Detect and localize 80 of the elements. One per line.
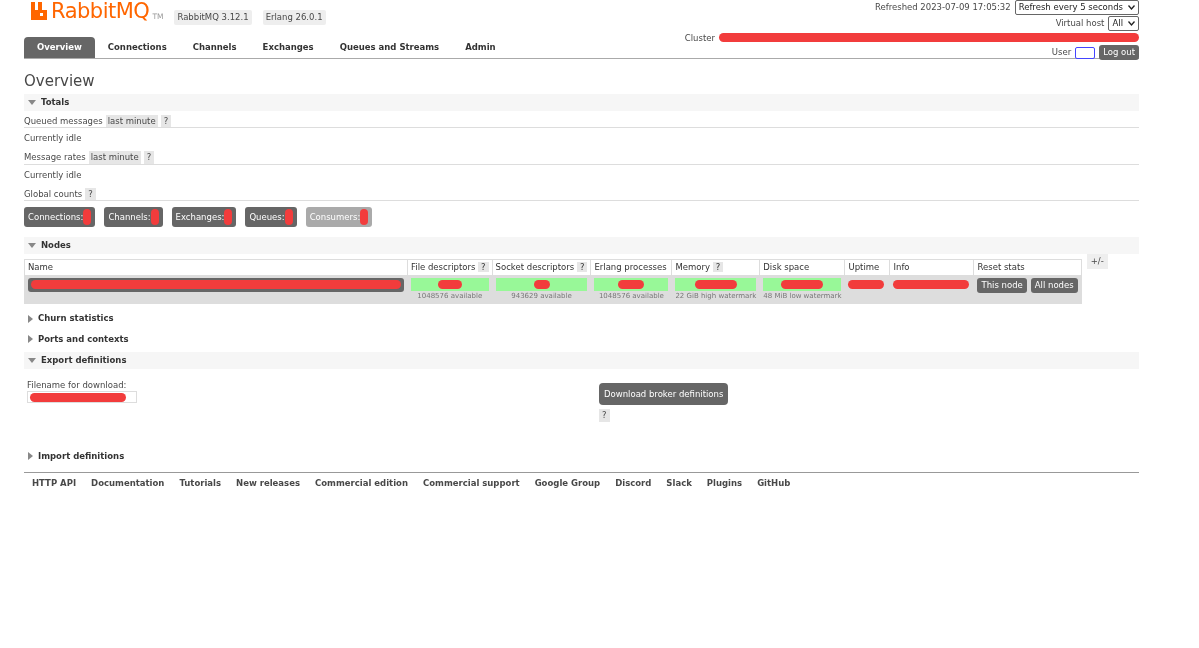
nav-tab[interactable]: Queues and Streams: [326, 37, 453, 58]
footer-link[interactable]: Google Group: [534, 476, 601, 490]
period-badge: last minute: [105, 114, 158, 128]
header-text: Erlang processes: [594, 262, 667, 272]
redaction-mark: [150, 209, 159, 226]
nav-tab[interactable]: Exchanges: [249, 37, 327, 58]
redaction-mark: [284, 209, 293, 226]
count-button[interactable]: Queues:: [245, 207, 297, 228]
row-label: Global counts: [24, 187, 83, 201]
refresh-time: Refreshed 2023-07-09 17:05:32: [874, 1, 1011, 14]
footer-link[interactable]: Discord: [615, 476, 652, 490]
count-button[interactable]: Channels:: [104, 207, 163, 228]
redaction-mark: [437, 279, 462, 289]
section-header[interactable]: Nodes: [24, 237, 1139, 254]
footer-link[interactable]: Slack: [666, 476, 692, 490]
version-label: RabbitMQ 3.12.1: [174, 10, 252, 25]
help-button[interactable]: ?: [599, 409, 610, 422]
count-button[interactable]: Exchanges:: [171, 207, 237, 228]
header-text: Socket descriptors: [495, 262, 575, 272]
section-header[interactable]: Ports and contexts: [24, 331, 1139, 348]
nav-tab[interactable]: Channels: [179, 37, 250, 58]
redaction-mark: [848, 279, 885, 289]
user-label: User: [1051, 46, 1072, 59]
header-text: Info: [893, 262, 910, 272]
header-text: Reset stats: [977, 262, 1025, 272]
filename-field[interactable]: [27, 391, 137, 404]
refresh-select[interactable]: Refresh every 5 seconds: [1014, 0, 1139, 15]
footer-link[interactable]: Commercial support: [422, 476, 520, 490]
help-button[interactable]: ?: [143, 151, 155, 164]
reset-button[interactable]: This node: [977, 277, 1027, 293]
row-label: Message rates: [24, 151, 86, 164]
header-text: File descriptors: [411, 262, 476, 272]
section-header[interactable]: Totals: [24, 93, 1139, 111]
status-text: Currently idle: [24, 168, 83, 182]
section-header[interactable]: Churn statistics: [24, 310, 1139, 327]
header-text: Uptime: [848, 262, 880, 272]
nav-tab[interactable]: Admin: [452, 37, 509, 58]
status-text: Currently idle: [24, 132, 83, 146]
footer-link[interactable]: Commercial edition: [315, 476, 408, 490]
section-header[interactable]: Import definitions: [24, 448, 1139, 465]
redaction-mark: [694, 279, 737, 289]
help-button[interactable]: ?: [576, 262, 588, 272]
page-title: Overview: [24, 71, 96, 90]
logout-button[interactable]: Log out: [1099, 45, 1139, 60]
footer-link[interactable]: Tutorials: [179, 476, 222, 490]
redaction-mark: [781, 279, 824, 289]
footer-link[interactable]: Plugins: [706, 476, 743, 490]
footer-link[interactable]: New releases: [236, 476, 300, 490]
field-label: Filename for download:: [27, 378, 128, 392]
help-button[interactable]: ?: [712, 262, 724, 272]
logo-text: RabbitMQ: [51, 0, 150, 22]
rabbit-logo-icon: [30, 2, 48, 20]
period-badge: last minute: [88, 151, 141, 164]
help-button[interactable]: ?: [160, 114, 172, 128]
reset-button[interactable]: All nodes: [1030, 277, 1078, 293]
redaction-mark: [618, 279, 645, 289]
columns-toggle[interactable]: +/-: [1086, 254, 1108, 269]
footer-link[interactable]: GitHub: [757, 476, 791, 490]
vhost-label: Virtual host: [1055, 16, 1105, 30]
help-button[interactable]: ?: [478, 262, 489, 272]
header-text: Disk space: [763, 262, 810, 272]
nav-tab[interactable]: Connections: [94, 37, 180, 58]
footer-link[interactable]: HTTP API: [32, 476, 77, 490]
redaction-mark: [224, 209, 233, 226]
count-button[interactable]: Connections:: [24, 207, 96, 228]
footer-link[interactable]: Documentation: [91, 476, 165, 490]
redaction-mark: [533, 279, 550, 289]
download-button[interactable]: Download broker definitions: [599, 382, 729, 406]
version-label: Erlang 26.0.1: [262, 10, 326, 25]
section-header[interactable]: Export definitions: [24, 351, 1139, 369]
header-text: Memory: [675, 262, 710, 272]
help-button[interactable]: ?: [85, 187, 96, 201]
cluster-label: Cluster: [684, 31, 715, 45]
nav-tab[interactable]: Overview: [24, 37, 95, 58]
header-text: Name: [28, 262, 54, 272]
redaction-mark: [83, 209, 92, 226]
redaction-mark: [360, 209, 369, 226]
user-box: [1075, 46, 1096, 59]
vhost-select[interactable]: All: [1108, 15, 1139, 31]
row-label: Queued messages: [24, 114, 103, 128]
